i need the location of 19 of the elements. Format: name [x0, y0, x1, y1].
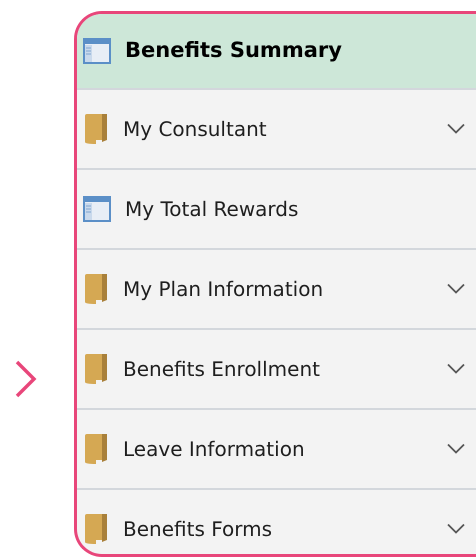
chevron-down-icon[interactable]	[447, 284, 465, 294]
menu-item[interactable]: Leave Information	[77, 410, 476, 490]
folder-icon	[83, 433, 109, 465]
chevron-down-icon[interactable]	[447, 124, 465, 134]
window-icon	[83, 196, 111, 222]
window-icon	[83, 38, 111, 64]
chevron-down-icon[interactable]	[447, 524, 465, 534]
menu-item[interactable]: Benefits Enrollment	[77, 330, 476, 410]
folder-icon	[83, 113, 109, 145]
chevron-down-icon[interactable]	[447, 364, 465, 374]
menu-item[interactable]: Benefits Summary	[77, 14, 476, 90]
menu-item[interactable]: Benefits Forms	[77, 490, 476, 554]
folder-icon	[83, 513, 109, 545]
menu-item[interactable]: My Plan Information	[77, 250, 476, 330]
folder-icon	[83, 273, 109, 305]
menu-item[interactable]: My Total Rewards	[77, 170, 476, 250]
menu-item[interactable]: My Consultant	[77, 90, 476, 170]
chevron-down-icon[interactable]	[447, 444, 465, 454]
folder-icon	[83, 353, 109, 385]
